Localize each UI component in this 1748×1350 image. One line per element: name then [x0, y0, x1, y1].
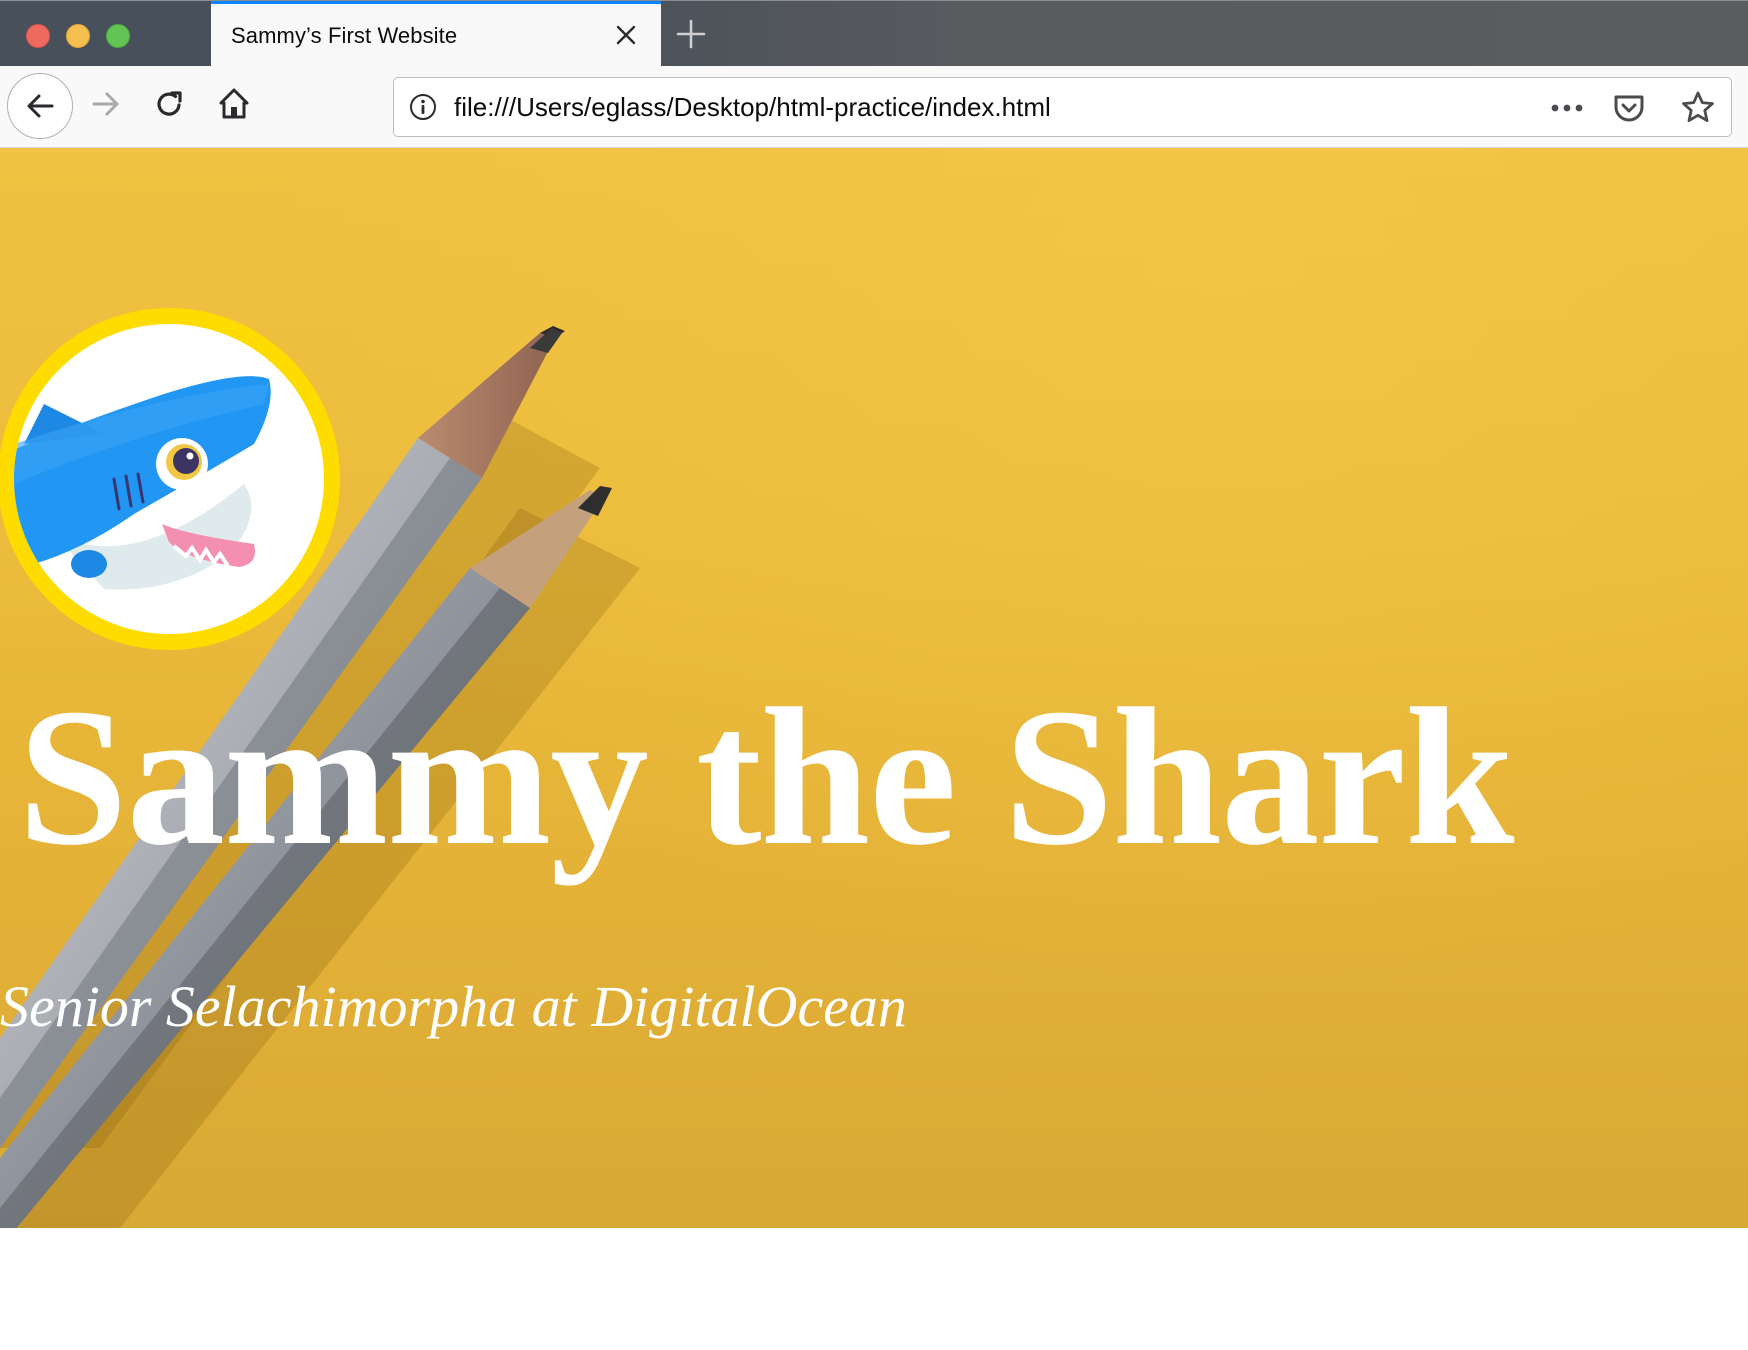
close-tab-button[interactable]: [611, 20, 641, 50]
tab-strip: Sammy’s First Website: [0, 0, 1748, 67]
arrow-left-icon: [27, 94, 54, 118]
close-icon: [616, 25, 636, 45]
forward-button[interactable]: [86, 84, 126, 124]
tab-active[interactable]: Sammy’s First Website: [211, 1, 661, 67]
home-icon: [219, 88, 249, 119]
info-icon: [410, 94, 436, 120]
tab-title: Sammy’s First Website: [231, 23, 458, 48]
page-blank-area: [0, 1228, 1748, 1350]
window-minimize-button[interactable]: [66, 24, 90, 48]
pocket-button[interactable]: [1611, 90, 1647, 126]
arrow-right-icon: [92, 92, 119, 116]
ellipsis-icon: [1551, 104, 1583, 112]
hero-banner: Sammy the Shark Senior Selachimorpha at …: [0, 148, 1748, 1228]
bookmark-button[interactable]: [1679, 89, 1717, 127]
navigation-toolbar: [0, 66, 1748, 148]
plus-icon: [676, 19, 706, 49]
hero-subtitle: Senior Selachimorpha at DigitalOcean: [0, 974, 907, 1039]
shark-icon: [14, 376, 271, 590]
new-tab-button[interactable]: [674, 17, 708, 51]
reload-icon: [157, 91, 182, 116]
back-button[interactable]: [7, 73, 73, 139]
site-info-button[interactable]: [408, 92, 438, 122]
home-button[interactable]: [214, 84, 254, 124]
window-zoom-button[interactable]: [106, 24, 130, 48]
hero-title: Sammy the Shark: [18, 667, 1514, 886]
window-close-button[interactable]: [26, 24, 50, 48]
avatar: [0, 308, 340, 650]
url-bar[interactable]: [393, 77, 1732, 137]
url-input[interactable]: [454, 92, 1534, 123]
star-icon: [1682, 91, 1714, 122]
reload-button[interactable]: [150, 84, 190, 124]
page-actions-button[interactable]: [1547, 93, 1587, 123]
pocket-icon: [1614, 95, 1644, 122]
